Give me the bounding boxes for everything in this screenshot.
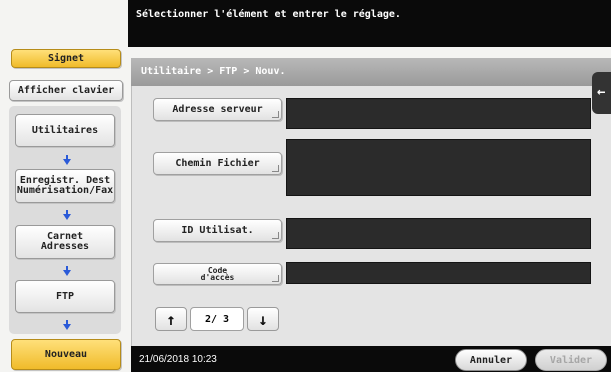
down-arrow-icon <box>63 266 71 276</box>
trail-item-address-book[interactable]: Carnet Adresses <box>15 225 115 259</box>
page-indicator-text: 2/ 3 <box>204 313 230 325</box>
current-step-new: Nouveau <box>11 339 121 370</box>
instruction-bar: Sélectionner l'élément et entrer le régl… <box>128 0 611 47</box>
trail-item-label-2: Numérisation/Fax <box>16 185 114 196</box>
user-id-field[interactable] <box>286 218 591 249</box>
corner-mark-icon <box>272 232 279 239</box>
trail-item-scan-fax-destination[interactable]: Enregistr. Dest Numérisation/Fax <box>15 169 115 203</box>
trail-item-label: Utilitaires <box>31 124 99 136</box>
down-arrow-icon <box>63 320 71 330</box>
datetime: 21/06/2018 10:23 <box>139 354 217 365</box>
show-keyboard-button[interactable]: Afficher clavier <box>9 80 123 101</box>
page-up-button[interactable]: ↑ <box>155 307 187 331</box>
server-address-field[interactable] <box>286 98 591 129</box>
server-address-button[interactable]: Adresse serveur <box>153 98 282 121</box>
cancel-button[interactable]: Annuler <box>455 349 527 371</box>
corner-mark-icon <box>272 275 279 282</box>
file-path-button[interactable]: Chemin Fichier <box>153 152 282 175</box>
trail-item-label: FTP <box>55 290 75 302</box>
page-indicator: 2/ 3 <box>190 307 244 331</box>
arrow-up-icon: ↑ <box>166 309 176 329</box>
down-arrow-icon <box>63 210 71 220</box>
cancel-label: Annuler <box>469 354 513 366</box>
bookmark-label: Signet <box>47 52 85 64</box>
trail-item-label-2: Adresses <box>40 241 90 252</box>
arrow-down-icon: ↓ <box>258 309 268 329</box>
trail-item-ftp[interactable]: FTP <box>15 280 115 313</box>
user-id-label: ID Utilisat. <box>181 225 254 236</box>
page-down-button[interactable]: ↓ <box>247 307 279 331</box>
corner-mark-icon <box>272 165 279 172</box>
down-arrow-icon <box>63 155 71 165</box>
user-id-button[interactable]: ID Utilisat. <box>153 219 282 242</box>
password-label-2: d'accès <box>200 273 235 282</box>
file-path-field[interactable] <box>286 139 591 196</box>
server-address-label: Adresse serveur <box>172 104 263 115</box>
password-field[interactable] <box>286 262 591 284</box>
breadcrumb: Utilitaire > FTP > Nouv. <box>141 66 286 77</box>
validate-label: Valider <box>549 354 593 366</box>
password-button[interactable]: Code d'accès <box>153 263 282 285</box>
show-keyboard-label: Afficher clavier <box>17 84 115 96</box>
collapse-tab[interactable]: ← <box>592 72 611 114</box>
corner-mark-icon <box>272 111 279 118</box>
bookmark-button[interactable]: Signet <box>11 49 121 68</box>
current-step-label: Nouveau <box>44 348 88 360</box>
trail-item-utilities[interactable]: Utilitaires <box>15 114 115 147</box>
arrow-left-icon: ← <box>597 84 606 100</box>
instruction-text: Sélectionner l'élément et entrer le régl… <box>136 9 401 20</box>
left-sidebar: Signet Afficher clavier Utilitaires Enre… <box>0 0 128 372</box>
file-path-label: Chemin Fichier <box>175 158 260 169</box>
panel-header: Utilitaire > FTP > Nouv. <box>131 58 611 86</box>
validate-button[interactable]: Valider <box>535 349 607 371</box>
